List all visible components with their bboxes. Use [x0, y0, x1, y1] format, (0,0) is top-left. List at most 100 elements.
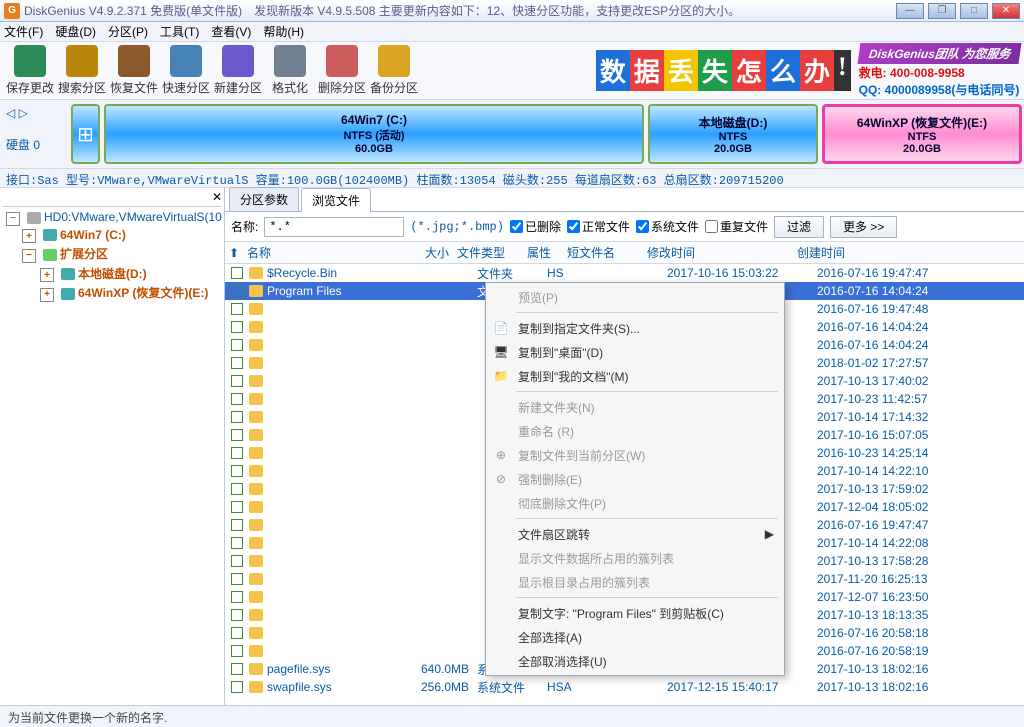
more-button[interactable]: 更多 >> — [830, 216, 897, 238]
toolbar-button[interactable]: 搜索分区 — [56, 45, 108, 96]
toolbar-button[interactable]: 删除分区 — [316, 45, 368, 96]
tabs: 分区参数 浏览文件 — [225, 188, 1024, 212]
context-menu-item[interactable]: 🖥复制到"桌面"(D) — [488, 340, 782, 364]
partition-block[interactable]: 64Win7 (C:)NTFS (活动)60.0GB — [104, 104, 644, 164]
folder-icon — [249, 447, 263, 459]
context-menu-item: 重命名 (R) — [488, 419, 782, 443]
row-checkbox[interactable] — [231, 267, 243, 279]
chk-system[interactable]: 系统文件 — [636, 218, 699, 235]
folder-icon — [249, 681, 263, 693]
context-menu-item: 显示根目录占用的簇列表 — [488, 570, 782, 594]
row-checkbox[interactable] — [231, 537, 243, 549]
partition-tree[interactable]: ✕ −HD0:VMware,VMwareVirtualS(10 +64Win7 … — [0, 188, 225, 705]
row-checkbox[interactable] — [231, 555, 243, 567]
row-checkbox[interactable] — [231, 393, 243, 405]
row-checkbox[interactable] — [231, 429, 243, 441]
row-checkbox[interactable] — [231, 465, 243, 477]
row-checkbox[interactable] — [231, 357, 243, 369]
context-menu-item[interactable]: 📄复制到指定文件夹(S)... — [488, 316, 782, 340]
row-checkbox[interactable] — [231, 483, 243, 495]
status-bar: 为当前文件更换一个新的名字. — [0, 705, 1024, 727]
folder-icon — [249, 357, 263, 369]
banner-team: DiskGenius团队 为您服务 — [857, 43, 1021, 64]
partition-block[interactable]: 64WinXP (恢复文件)(E:)NTFS20.0GB — [822, 104, 1022, 164]
partition-block[interactable]: 本地磁盘(D:)NTFS20.0GB — [648, 104, 818, 164]
tree-expand-icon[interactable]: + — [22, 229, 36, 243]
menu-item[interactable]: 帮助(H) — [263, 23, 304, 40]
filter-bar: 名称: (*.jpg;*.bmp) 已删除 正常文件 系统文件 重复文件 过滤 … — [225, 212, 1024, 242]
restore-button[interactable]: ❐ — [928, 3, 956, 19]
minimize-button[interactable]: — — [896, 3, 924, 19]
row-checkbox[interactable] — [231, 663, 243, 675]
context-menu-item: 显示文件数据所占用的簇列表 — [488, 546, 782, 570]
context-menu-item[interactable]: 文件扇区跳转▶ — [488, 522, 782, 546]
row-checkbox[interactable] — [231, 285, 243, 297]
filter-button[interactable]: 过滤 — [774, 216, 824, 238]
context-menu-item[interactable]: 复制文字: "Program Files" 到剪贴板(C) — [488, 601, 782, 625]
row-checkbox[interactable] — [231, 591, 243, 603]
toolbar-button[interactable]: 恢复文件 — [108, 45, 160, 96]
row-checkbox[interactable] — [231, 321, 243, 333]
row-checkbox[interactable] — [231, 681, 243, 693]
table-row[interactable]: $Recycle.Bin文件夹HS2017-10-16 15:03:222016… — [225, 264, 1024, 282]
row-checkbox[interactable] — [231, 501, 243, 513]
toolbar: 保存更改搜索分区恢复文件快速分区新建分区格式化删除分区备份分区 数据丢失怎么办!… — [0, 42, 1024, 100]
toolbar-button[interactable]: 备份分区 — [368, 45, 420, 96]
up-icon[interactable]: ⬆ — [225, 246, 243, 260]
tab-partition-params[interactable]: 分区参数 — [229, 187, 299, 211]
chk-deleted[interactable]: 已删除 — [510, 218, 561, 235]
row-checkbox[interactable] — [231, 447, 243, 459]
toolbar-button[interactable]: 保存更改 — [4, 45, 56, 96]
maximize-button[interactable]: □ — [960, 3, 988, 19]
row-checkbox[interactable] — [231, 519, 243, 531]
disk-map: ◁ ▷ 硬盘 0 ⊞ 64Win7 (C:)NTFS (活动)60.0GB本地磁… — [0, 100, 1024, 168]
folder-icon — [249, 537, 263, 549]
tree-expand-icon[interactable]: − — [6, 212, 20, 226]
tree-expand-icon[interactable]: − — [22, 249, 36, 263]
folder-icon — [249, 645, 263, 657]
folder-icon — [249, 555, 263, 567]
row-checkbox[interactable] — [231, 339, 243, 351]
row-checkbox[interactable] — [231, 609, 243, 621]
menu-item[interactable]: 文件(F) — [4, 23, 43, 40]
menu-item[interactable]: 查看(V) — [211, 23, 251, 40]
tree-expand-icon[interactable]: + — [40, 288, 54, 302]
menu-item[interactable]: 工具(T) — [160, 23, 199, 40]
context-menu-item[interactable]: 全部取消选择(U) — [488, 649, 782, 673]
toolbar-button[interactable]: 格式化 — [264, 45, 316, 96]
windows-logo-icon: ⊞ — [71, 104, 100, 164]
folder-icon — [249, 627, 263, 639]
folder-icon — [249, 573, 263, 585]
chk-normal[interactable]: 正常文件 — [567, 218, 630, 235]
row-checkbox[interactable] — [231, 303, 243, 315]
app-icon: G — [4, 3, 20, 19]
tab-browse-files[interactable]: 浏览文件 — [301, 188, 371, 212]
context-menu-item[interactable]: 📁复制到"我的文档"(M) — [488, 364, 782, 388]
context-menu-item[interactable]: 全部选择(A) — [488, 625, 782, 649]
disk-nav-arrows[interactable]: ◁ ▷ — [6, 106, 63, 120]
row-checkbox[interactable] — [231, 375, 243, 387]
row-checkbox[interactable] — [231, 627, 243, 639]
context-menu-item: 新建文件夹(N) — [488, 395, 782, 419]
folder-icon — [249, 663, 263, 675]
disk-label: 硬盘 0 — [6, 136, 63, 153]
chk-repeat[interactable]: 重复文件 — [705, 218, 768, 235]
row-checkbox[interactable] — [231, 411, 243, 423]
context-menu-item: 预览(P) — [488, 285, 782, 309]
row-checkbox[interactable] — [231, 573, 243, 585]
context-menu: 预览(P) 📄复制到指定文件夹(S)...🖥复制到"桌面"(D)📁复制到"我的文档… — [485, 282, 785, 676]
file-columns[interactable]: ⬆ 名称 大小 文件类型 属性 短文件名 修改时间 创建时间 — [225, 242, 1024, 264]
folder-icon — [249, 429, 263, 441]
row-checkbox[interactable] — [231, 645, 243, 657]
table-row[interactable]: swapfile.sys256.0MB系统文件HSA2017-12-15 15:… — [225, 678, 1024, 696]
filter-pattern-input[interactable] — [264, 217, 404, 237]
tree-expand-icon[interactable]: + — [40, 268, 54, 282]
menu-item[interactable]: 分区(P) — [108, 23, 148, 40]
close-button[interactable]: ✕ — [992, 3, 1020, 19]
toolbar-button[interactable]: 快速分区 — [160, 45, 212, 96]
context-menu-item: 彻底删除文件(P) — [488, 491, 782, 515]
tree-close-icon[interactable]: ✕ — [212, 190, 222, 204]
file-list[interactable]: $Recycle.Bin文件夹HS2017-10-16 15:03:222016… — [225, 264, 1024, 705]
toolbar-button[interactable]: 新建分区 — [212, 45, 264, 96]
menu-item[interactable]: 硬盘(D) — [55, 23, 96, 40]
